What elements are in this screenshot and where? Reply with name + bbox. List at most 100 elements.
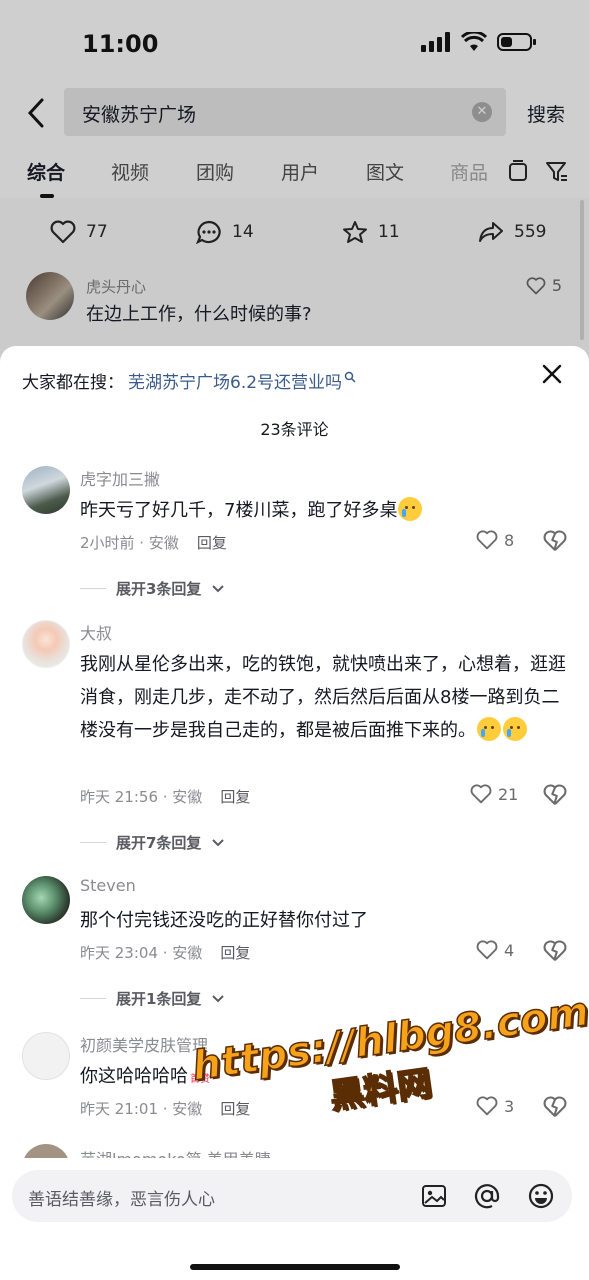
cellular-signal-icon <box>421 32 450 52</box>
reply-button[interactable]: 回复 <box>220 942 250 963</box>
battery-icon <box>497 33 536 51</box>
dislike-broken-heart-icon[interactable] <box>543 940 567 962</box>
comment-time-location: 昨天 21:56 · 安徽 <box>80 788 203 806</box>
close-icon[interactable] <box>540 362 564 386</box>
comment-text-content: 昨天亏了好几千，7楼川菜，跑了好多桌 <box>80 500 398 521</box>
avatar[interactable] <box>22 1032 70 1080</box>
comment-text: 我刚从星伦多出来，吃的铁饱，就快喷出来了，心想着，逛逛消食，刚走几步，走不动了，… <box>80 648 570 747</box>
comment-meta: 昨天 23:04 · 安徽 回复 <box>80 942 250 963</box>
avatar[interactable] <box>22 876 70 924</box>
filter-icon[interactable] <box>545 160 569 184</box>
clear-icon[interactable]: ✕ <box>472 102 492 122</box>
search-button[interactable]: 搜索 <box>527 100 565 127</box>
expand-divider <box>80 842 106 843</box>
tab-group-buy[interactable]: 团购 <box>196 158 234 185</box>
favorite-stat[interactable]: 11 <box>342 220 400 244</box>
wifi-icon <box>461 32 487 51</box>
expand-replies-label: 展开1条回复 <box>116 990 202 1008</box>
comment-like[interactable]: 21 <box>470 784 518 804</box>
emoji-smile-icon[interactable] <box>527 1182 555 1210</box>
background-comment: 虎头丹心 在边上工作，什么时候的事? 5 <box>26 272 566 328</box>
comment-username[interactable]: 虎字加三撇 <box>80 466 160 490</box>
layout-toggle-icon[interactable] <box>508 160 528 184</box>
image-icon[interactable] <box>420 1182 448 1210</box>
home-indicator <box>190 1264 400 1270</box>
dislike-broken-heart-icon[interactable] <box>543 1096 567 1118</box>
status-icons <box>421 32 537 52</box>
avatar[interactable] <box>22 466 70 514</box>
tab-products[interactable]: 商品 <box>450 158 488 185</box>
comment-text: 在边上工作，什么时候的事? <box>86 304 312 325</box>
comment-like[interactable]: 8 <box>476 530 514 550</box>
comment-text: 那个付完钱还没吃的正好替你付过了 <box>80 904 570 937</box>
search-query: 安徽苏宁广场 <box>82 104 197 126</box>
comment-like-count: 5 <box>551 276 562 295</box>
reply-button[interactable]: 回复 <box>220 1098 250 1119</box>
avatar[interactable] <box>26 272 74 320</box>
comment-like-count: 3 <box>504 1096 515 1116</box>
comment-text-content: 你这哈哈哈哈 <box>80 1066 188 1087</box>
comment-text-content: 那个付完钱还没吃的正好替你付过了 <box>80 910 368 931</box>
comment-like[interactable]: 5 <box>526 276 562 295</box>
comment-count: 23条评论 <box>260 420 329 439</box>
tab-image-text[interactable]: 图文 <box>366 158 404 185</box>
search-tabs: 综合 视频 团购 用户 图文 商品 <box>0 158 589 198</box>
favorite-count: 11 <box>378 222 400 242</box>
scrollbar[interactable] <box>580 200 584 340</box>
reply-button[interactable]: 回复 <box>197 532 227 553</box>
comment-text: 你这哈哈哈哈 首赞 <box>80 1060 570 1096</box>
like-stat[interactable]: 77 <box>50 220 108 244</box>
expand-replies[interactable]: 展开3条回复 <box>80 578 225 599</box>
heart-icon <box>476 530 498 550</box>
post-stats: 77 14 11 559 <box>0 220 589 256</box>
comment-text: 昨天亏了好几千，7楼川菜，跑了好多桌 <box>80 494 570 527</box>
status-bar: 11:00 <box>0 0 589 88</box>
hot-search-link[interactable]: 芜湖苏宁广场6.2号还营业吗 <box>128 368 342 393</box>
comment-input-placeholder: 善语结善缘，恶言伤人心 <box>28 1190 215 1210</box>
comment-item: Steven 那个付完钱还没吃的正好替你付过了 昨天 23:04 · 安徽 回复… <box>0 876 589 1016</box>
comment-meta: 昨天 21:01 · 安徽 回复 <box>80 1098 250 1119</box>
search-row: 安徽苏宁广场 ✕ 搜索 <box>0 88 589 138</box>
comment-username[interactable]: Steven <box>80 876 136 895</box>
comment-time-location: 昨天 23:04 · 安徽 <box>80 944 203 962</box>
dislike-broken-heart-icon[interactable] <box>543 530 567 552</box>
mention-at-icon[interactable] <box>473 1182 501 1210</box>
expand-replies-label: 展开3条回复 <box>116 580 202 598</box>
avatar[interactable] <box>22 620 70 668</box>
back-arrow-icon[interactable] <box>22 96 50 130</box>
expand-replies[interactable]: 展开1条回复 <box>80 988 225 1009</box>
comment-bubble-icon <box>196 220 221 244</box>
crying-emoji-icon <box>398 497 423 521</box>
search-icon <box>344 371 356 383</box>
comment-like-count: 4 <box>504 940 515 960</box>
tab-video[interactable]: 视频 <box>111 158 149 185</box>
crying-emoji-icon <box>477 717 501 741</box>
heart-icon <box>470 784 492 804</box>
comment-username[interactable]: 虎头丹心 <box>86 276 146 297</box>
background-page: 11:00 安徽苏宁广场 ✕ 搜索 综合 视频 团购 用户 图文 商品 77 1… <box>0 0 589 400</box>
search-input[interactable]: 安徽苏宁广场 ✕ <box>64 88 506 136</box>
expand-replies[interactable]: 展开7条回复 <box>80 832 225 853</box>
sheet-header: 大家都在搜： 芜湖苏宁广场6.2号还营业吗 23条评论 <box>0 346 589 456</box>
dislike-broken-heart-icon[interactable] <box>543 784 567 806</box>
hot-search[interactable]: 大家都在搜： 芜湖苏宁广场6.2号还营业吗 <box>22 368 356 393</box>
comment-like-count: 21 <box>498 784 519 804</box>
reply-button[interactable]: 回复 <box>220 786 250 807</box>
tab-users[interactable]: 用户 <box>281 158 319 185</box>
comment-username[interactable]: 初颜美学皮肤管理 <box>80 1032 208 1056</box>
comment-like[interactable]: 4 <box>476 940 514 960</box>
comment-like[interactable]: 3 <box>476 1096 514 1116</box>
comment-username[interactable]: 大叔 <box>80 620 112 644</box>
comment-sheet: 大家都在搜： 芜湖苏宁广场6.2号还营业吗 23条评论 虎字加三撇 昨天亏了好几… <box>0 346 589 1280</box>
expand-divider <box>80 588 106 589</box>
comment-stat[interactable]: 14 <box>196 220 254 244</box>
status-time: 11:00 <box>82 30 159 58</box>
star-icon <box>343 221 367 243</box>
heart-icon <box>476 940 498 960</box>
comment-input[interactable]: 善语结善缘，恶言伤人心 <box>12 1170 572 1222</box>
comment-item: 初颜美学皮肤管理 你这哈哈哈哈 首赞 昨天 21:01 · 安徽 回复 3 <box>0 1032 589 1132</box>
tab-general[interactable]: 综合 <box>27 158 65 185</box>
comment-item: 虎字加三撇 昨天亏了好几千，7楼川菜，跑了好多桌 2小时前 · 安徽 回复 8 … <box>0 466 589 606</box>
like-count: 77 <box>86 222 108 242</box>
share-stat[interactable]: 559 <box>478 220 546 244</box>
